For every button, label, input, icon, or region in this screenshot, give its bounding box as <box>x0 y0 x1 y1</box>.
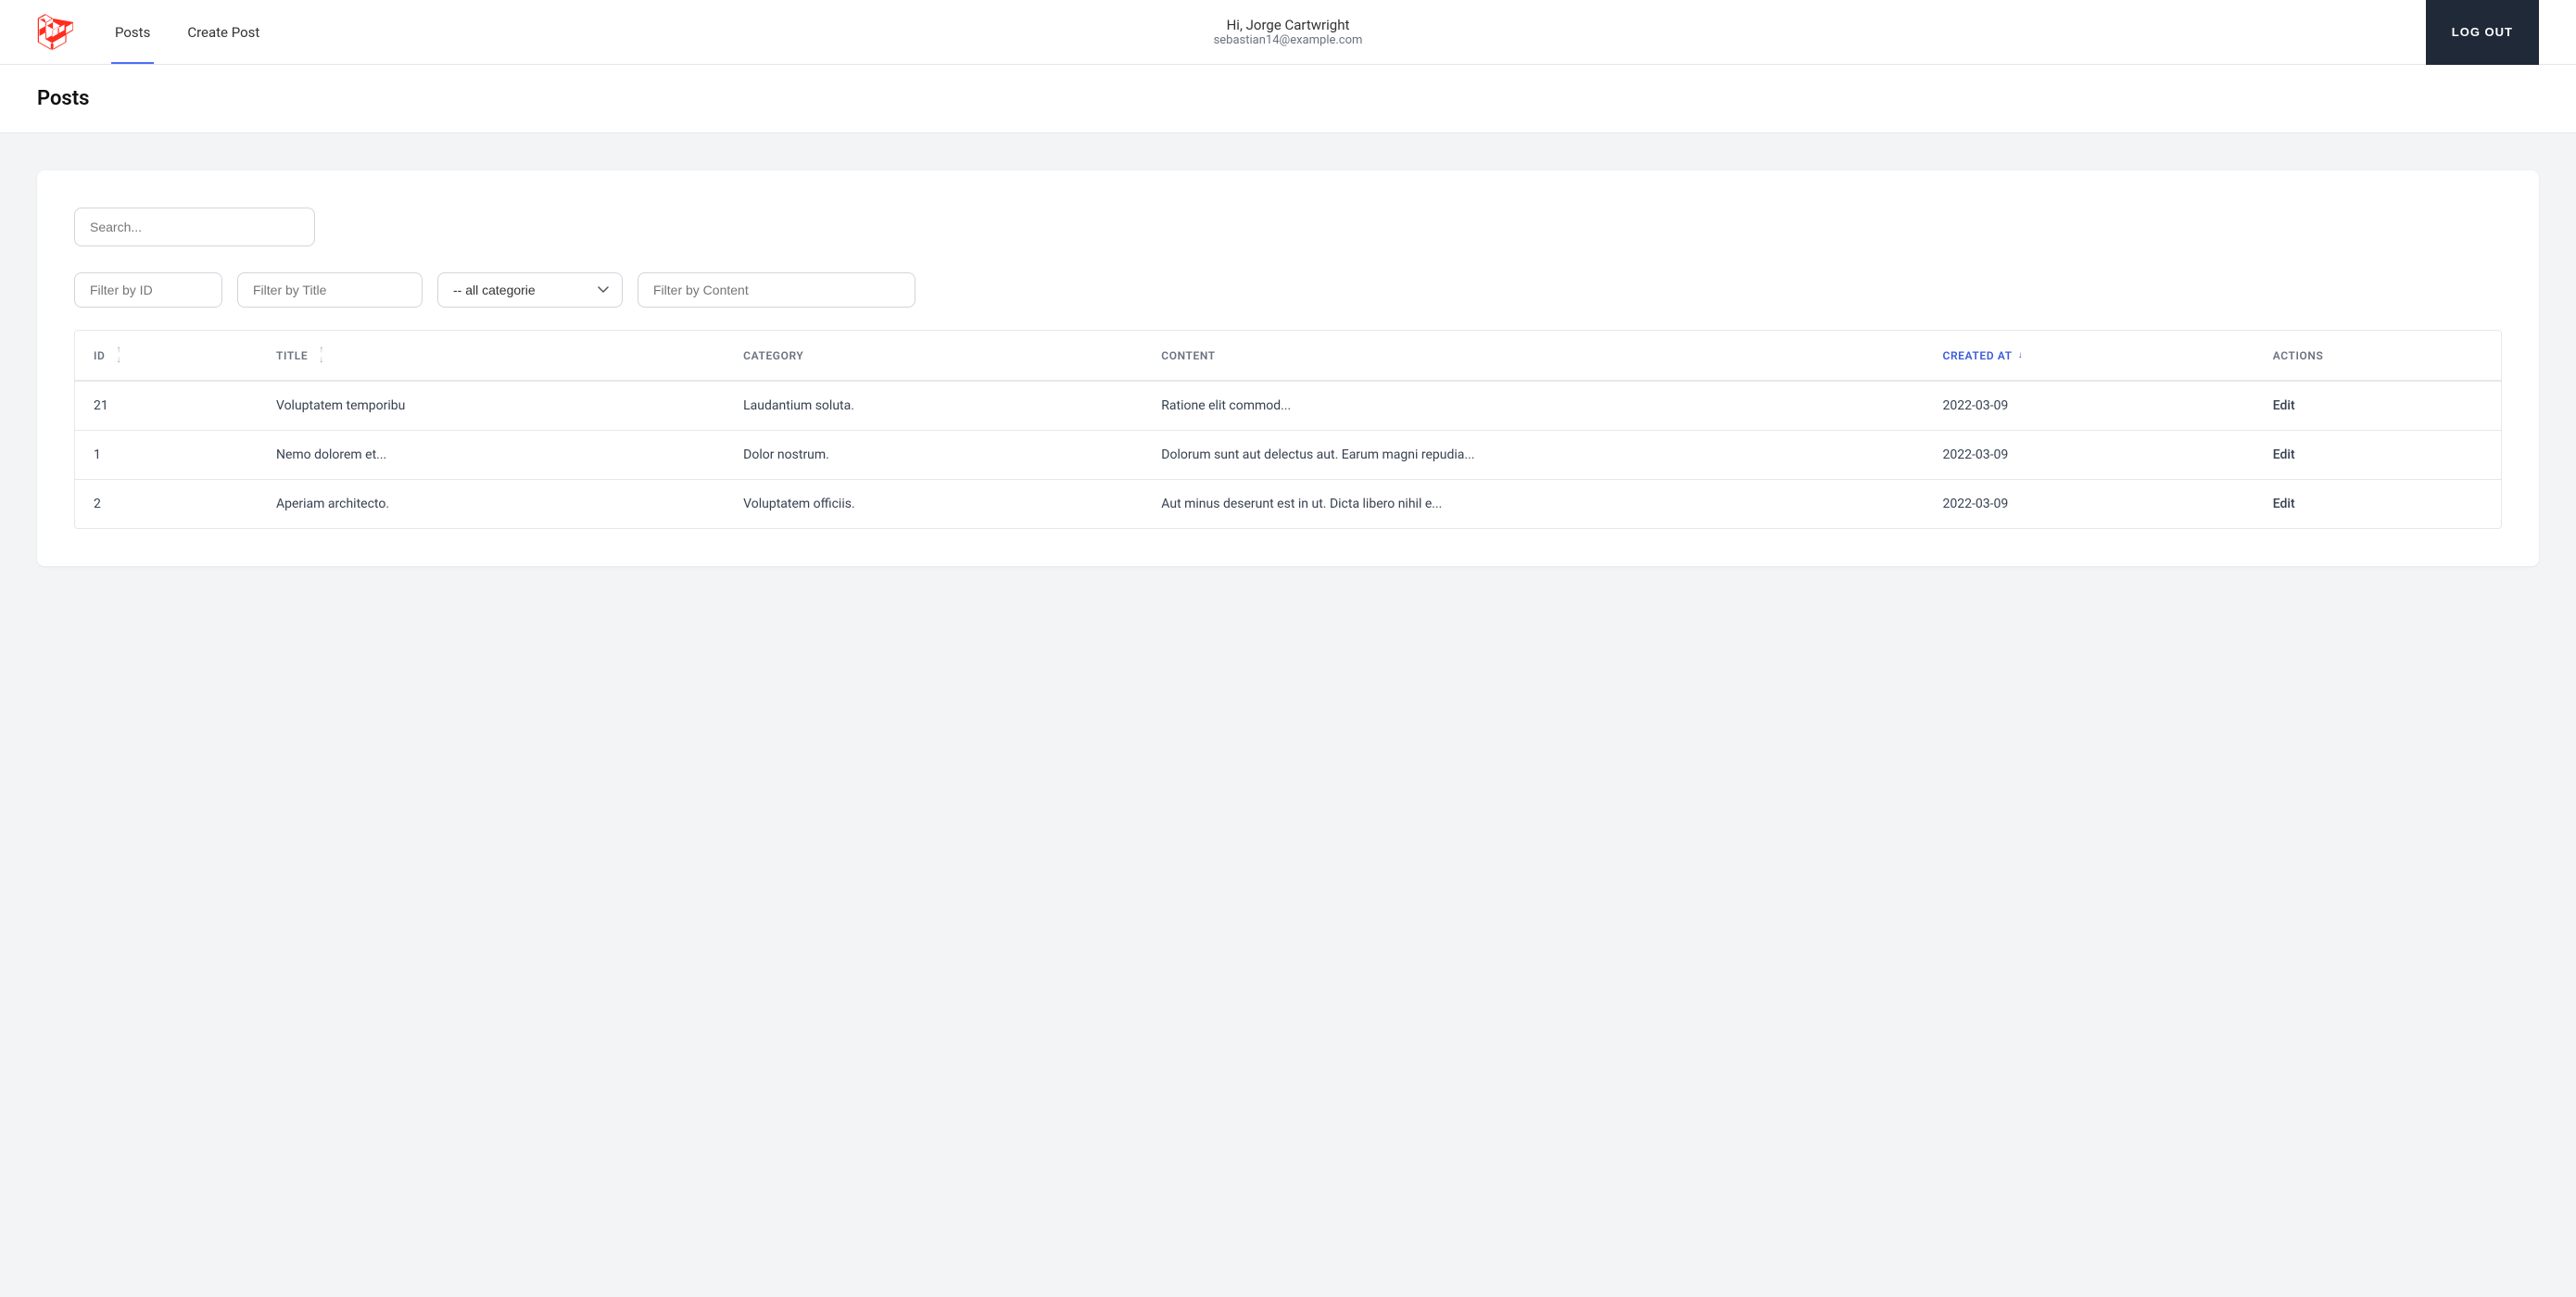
cell-actions-2: Edit <box>2254 480 2501 529</box>
cell-content-2: Aut minus deserunt est in ut. Dicta libe… <box>1143 480 1924 529</box>
page-title-section: Posts <box>0 65 2576 133</box>
col-actions-label: Actions <box>2273 349 2324 362</box>
user-name: Hi, Jorge Cartwright <box>1214 17 1363 33</box>
page-title: Posts <box>37 87 2539 110</box>
filter-id-input[interactable] <box>74 272 222 308</box>
table-row: 1 Nemo dolorem et... Dolor nostrum. Dolo… <box>75 431 2501 480</box>
user-info: Hi, Jorge Cartwright sebastian14@example… <box>1214 17 1363 47</box>
search-row <box>74 208 2502 246</box>
cell-created-at-0: 2022-03-09 <box>1925 381 2254 431</box>
cell-actions-0: Edit <box>2254 381 2501 431</box>
col-created-at: CREATED AT ↓ <box>1925 331 2254 381</box>
nav-posts[interactable]: Posts <box>111 0 154 64</box>
logo <box>37 14 74 51</box>
filters-row: -- all categorie Laudantium soluta. Dolo… <box>74 272 2502 308</box>
posts-card: -- all categorie Laudantium soluta. Dolo… <box>37 170 2539 566</box>
col-category: CATEGORY <box>725 331 1143 381</box>
nav-create-post[interactable]: Create Post <box>183 0 263 64</box>
cell-title-0: Voluptatem temporibu <box>258 381 725 431</box>
filter-content-input[interactable] <box>638 272 915 308</box>
col-title: TITLE ↑ ↓ <box>258 331 725 381</box>
created-at-sort-desc-icon[interactable]: ↓ <box>2018 351 2024 360</box>
header: Posts Create Post Hi, Jorge Cartwright s… <box>0 0 2576 65</box>
main-nav: Posts Create Post <box>111 0 263 64</box>
cell-category-2: Voluptatem officiis. <box>725 480 1143 529</box>
cell-actions-1: Edit <box>2254 431 2501 480</box>
laravel-logo-icon <box>37 14 74 51</box>
cell-content-0: Ratione elit commod... <box>1143 381 1924 431</box>
col-title-label: TITLE <box>276 349 308 362</box>
cell-category-1: Dolor nostrum. <box>725 431 1143 480</box>
table-body: 21 Voluptatem temporibu Laudantium solut… <box>75 381 2501 528</box>
table-row: 21 Voluptatem temporibu Laudantium solut… <box>75 381 2501 431</box>
cell-title-1: Nemo dolorem et... <box>258 431 725 480</box>
col-created-at-label: CREATED AT <box>1943 349 2013 362</box>
filter-title-input[interactable] <box>237 272 423 308</box>
col-content-label: CONTENT <box>1161 349 1215 362</box>
table-row: 2 Aperiam architecto. Voluptatem officii… <box>75 480 2501 529</box>
cell-id-1: 1 <box>75 431 258 480</box>
logout-button[interactable]: LOG OUT <box>2426 0 2539 65</box>
cell-content-1: Dolorum sunt aut delectus aut. Earum mag… <box>1143 431 1924 480</box>
col-id: ID ↑ ↓ <box>75 331 258 381</box>
category-select[interactable]: -- all categorie Laudantium soluta. Dolo… <box>437 272 623 308</box>
edit-link-1[interactable]: Edit <box>2273 447 2295 462</box>
search-input[interactable] <box>74 208 315 246</box>
posts-table-container: ID ↑ ↓ TITLE ↑ <box>74 330 2502 529</box>
id-sort-asc-icon: ↑ <box>116 346 121 355</box>
cell-id-2: 2 <box>75 480 258 529</box>
cell-created-at-2: 2022-03-09 <box>1925 480 2254 529</box>
col-category-label: CATEGORY <box>743 349 803 362</box>
col-id-label: ID <box>94 349 105 362</box>
table-header-row: ID ↑ ↓ TITLE ↑ <box>75 331 2501 381</box>
posts-table: ID ↑ ↓ TITLE ↑ <box>75 331 2501 528</box>
edit-link-2[interactable]: Edit <box>2273 497 2295 511</box>
cell-title-2: Aperiam architecto. <box>258 480 725 529</box>
col-actions: Actions <box>2254 331 2501 381</box>
cell-created-at-1: 2022-03-09 <box>1925 431 2254 480</box>
cell-id-0: 21 <box>75 381 258 431</box>
id-sort-icons[interactable]: ↑ ↓ <box>116 346 121 365</box>
user-email: sebastian14@example.com <box>1214 33 1363 47</box>
edit-link-0[interactable]: Edit <box>2273 398 2295 413</box>
title-sort-icons[interactable]: ↑ ↓ <box>319 346 324 365</box>
title-sort-desc-icon: ↓ <box>319 356 324 365</box>
id-sort-desc-icon: ↓ <box>116 356 121 365</box>
main-content: -- all categorie Laudantium soluta. Dolo… <box>0 133 2576 1297</box>
col-content: CONTENT <box>1143 331 1924 381</box>
title-sort-asc-icon: ↑ <box>319 346 324 355</box>
cell-category-0: Laudantium soluta. <box>725 381 1143 431</box>
